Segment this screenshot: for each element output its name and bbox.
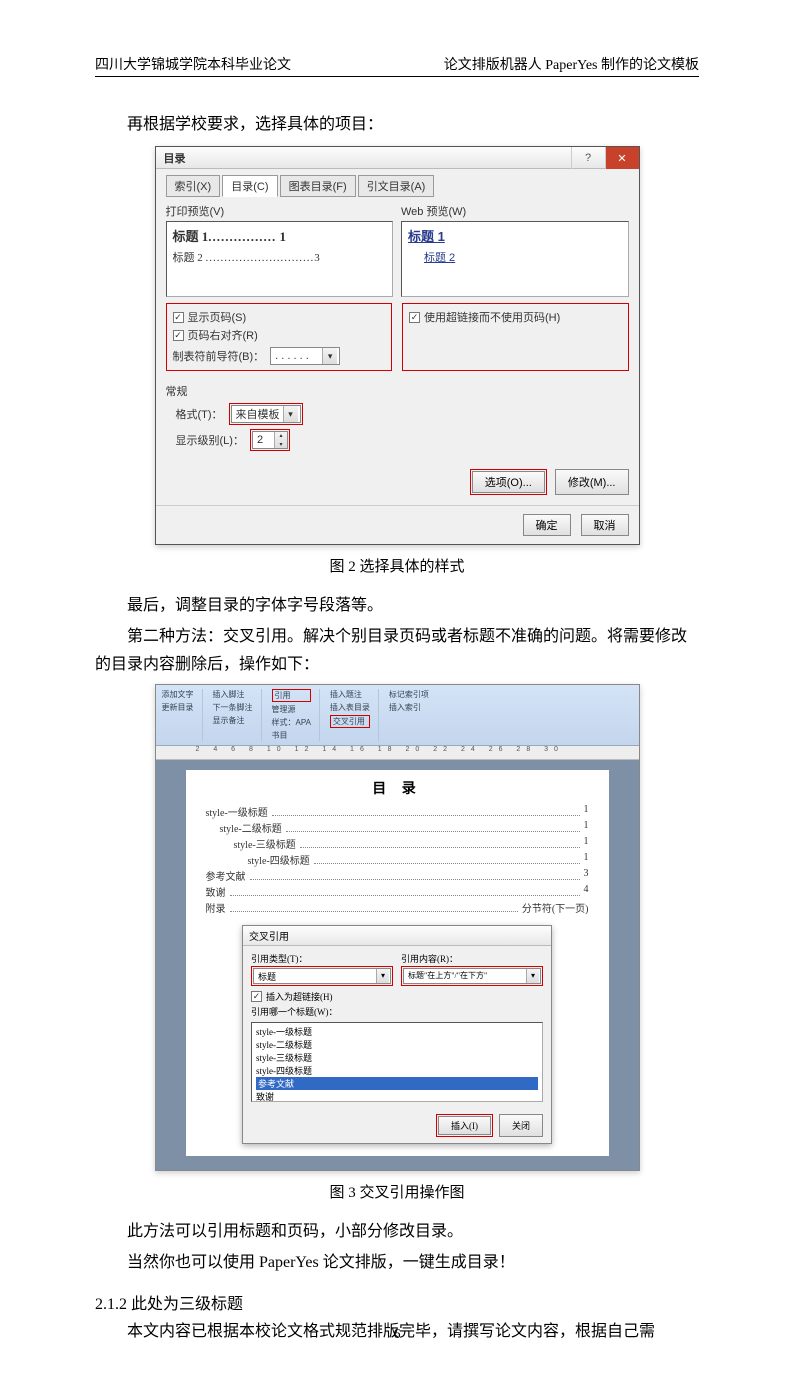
crossref-heading-list[interactable]: style-一级标题 style-二级标题 style-三级标题 style-四… bbox=[251, 1022, 543, 1102]
ribbon-bibliography[interactable]: 书目 bbox=[272, 730, 311, 741]
para-4: 此方法可以引用标题和页码，小部分修改目录。 bbox=[95, 1218, 699, 1245]
insert-button[interactable]: 插入(I) bbox=[438, 1116, 491, 1135]
toc-row: style-三级标题1 bbox=[206, 836, 589, 851]
toc-row: 致谢4 bbox=[206, 884, 589, 899]
crossref-dialog: 交叉引用 引用类型(T)： 标题 引用内容(R)： 标题"在上方"/"在下方" bbox=[242, 925, 552, 1144]
ribbon-manage-sources[interactable]: 管理源 bbox=[272, 704, 311, 715]
crossref-type-label: 引用类型(T)： bbox=[251, 952, 393, 965]
close-icon[interactable]: ✕ bbox=[605, 147, 639, 169]
page-number: 6 bbox=[0, 1327, 794, 1343]
left-options-group: 显示页码(S) 页码右对齐(R) 制表符前导符(B)： . . . . . . bbox=[166, 303, 393, 371]
cancel-button[interactable]: 取消 bbox=[581, 514, 629, 536]
figure-crossref: 添加文字 更新目录 插入脚注 下一条脚注 显示备注 引用 管理源 样式：APA … bbox=[155, 684, 640, 1171]
check-icon bbox=[173, 312, 184, 323]
check-icon bbox=[173, 330, 184, 341]
crossref-list-label: 引用哪一个标题(W)： bbox=[251, 1005, 543, 1018]
dialog-titlebar: 目录 ? ✕ bbox=[156, 147, 639, 169]
page-header: 四川大学锦城学院本科毕业论文 论文排版机器人 PaperYes 制作的论文模板 bbox=[95, 54, 699, 77]
para-1: 再根据学校要求，选择具体的项目： bbox=[95, 111, 699, 138]
para-3: 第二种方法：交叉引用。解决个别目录页码或者标题不准确的问题。将需要修改的目录内容… bbox=[95, 623, 699, 677]
checkbox-insert-hyperlink[interactable]: 插入为超链接(H) bbox=[251, 990, 543, 1003]
close-button[interactable]: 关闭 bbox=[499, 1114, 543, 1137]
para-2: 最后，调整目录的字体字号段落等。 bbox=[95, 592, 699, 619]
ribbon-crossref[interactable]: 交叉引用 bbox=[330, 715, 370, 728]
header-right: 论文排版机器人 PaperYes 制作的论文模板 bbox=[444, 54, 699, 74]
general-label: 常规 bbox=[166, 383, 629, 399]
ribbon-insert-caption[interactable]: 插入题注 bbox=[330, 689, 370, 700]
figure-3-caption: 图 3 交叉引用操作图 bbox=[95, 1181, 699, 1202]
help-icon[interactable]: ? bbox=[571, 147, 605, 169]
checkbox-align-right[interactable]: 页码右对齐(R) bbox=[173, 327, 386, 343]
levels-label: 显示级别(L)： bbox=[176, 432, 244, 448]
ribbon-insert-footnote[interactable]: 插入脚注 bbox=[213, 689, 253, 700]
print-preview-label: 打印预览(V) bbox=[166, 203, 394, 219]
print-h1: 标题 1 bbox=[173, 229, 209, 244]
crossref-type-dropdown[interactable]: 标题 bbox=[253, 968, 391, 984]
modify-button[interactable]: 修改(M)... bbox=[555, 469, 629, 495]
tab-toc[interactable]: 目录(C) bbox=[222, 175, 277, 197]
header-left: 四川大学锦城学院本科毕业论文 bbox=[95, 54, 291, 74]
toc-row: style-二级标题1 bbox=[206, 820, 589, 835]
doc-toc-title: 目 录 bbox=[206, 778, 589, 798]
crossref-content-dropdown[interactable]: 标题"在上方"/"在下方" bbox=[403, 968, 541, 984]
options-button[interactable]: 选项(O)... bbox=[472, 471, 545, 493]
levels-spinner[interactable]: 2 bbox=[252, 431, 288, 449]
check-icon bbox=[251, 991, 262, 1002]
tab-table-of-figures[interactable]: 图表目录(F) bbox=[280, 175, 356, 197]
print-preview-box: 标题 1................ 1 标题 2 ............… bbox=[166, 221, 394, 297]
section-2-1-2-heading: 2.1.2 此处为三级标题 bbox=[95, 1290, 699, 1314]
figure-toc-dialog: 目录 ? ✕ 索引(X) 目录(C) 图表目录(F) 引文目录(A) 打印预览(… bbox=[155, 146, 640, 545]
crossref-content-label: 引用内容(R)： bbox=[401, 952, 543, 965]
format-dropdown[interactable]: 来自模板 bbox=[231, 405, 301, 423]
ribbon-insert-tof[interactable]: 插入表目录 bbox=[330, 702, 370, 713]
dialog-tabs: 索引(X) 目录(C) 图表目录(F) 引文目录(A) bbox=[166, 175, 629, 197]
toc-row: 参考文献3 bbox=[206, 868, 589, 883]
web-preview-label: Web 预览(W) bbox=[401, 203, 629, 219]
web-preview-box: 标题 1 标题 2 bbox=[401, 221, 629, 297]
print-h2: 标题 2 bbox=[173, 252, 203, 264]
figure-2-caption: 图 2 选择具体的样式 bbox=[95, 555, 699, 576]
checkbox-hyperlink[interactable]: 使用超链接而不使用页码(H) bbox=[409, 309, 622, 325]
ribbon-next-footnote[interactable]: 下一条脚注 bbox=[213, 702, 253, 713]
dialog-title: 目录 bbox=[156, 147, 194, 168]
ribbon-update-toc[interactable]: 更新目录 bbox=[162, 702, 194, 713]
ruler: 2 4 6 8 10 12 14 16 18 20 22 24 26 28 30 bbox=[156, 746, 639, 760]
ribbon-mark-index[interactable]: 标记索引项 bbox=[389, 689, 429, 700]
checkbox-show-page[interactable]: 显示页码(S) bbox=[173, 309, 386, 325]
tab-index[interactable]: 索引(X) bbox=[166, 175, 221, 197]
word-ribbon: 添加文字 更新目录 插入脚注 下一条脚注 显示备注 引用 管理源 样式：APA … bbox=[156, 685, 639, 746]
toc-row: 附录分节符(下一页) bbox=[206, 900, 589, 915]
ribbon-show-notes[interactable]: 显示备注 bbox=[213, 715, 253, 726]
tab-citations[interactable]: 引文目录(A) bbox=[358, 175, 435, 197]
leader-label: 制表符前导符(B)： bbox=[173, 348, 265, 364]
print-h1-page: 1 bbox=[280, 229, 287, 244]
ok-button[interactable]: 确定 bbox=[523, 514, 571, 536]
web-h2[interactable]: 标题 2 bbox=[424, 249, 622, 265]
print-h2-page: 3 bbox=[314, 252, 320, 264]
toc-row: style-一级标题1 bbox=[206, 804, 589, 819]
document-page: 目 录 style-一级标题1style-二级标题1style-三级标题1sty… bbox=[186, 770, 609, 1156]
leader-dropdown[interactable]: . . . . . . bbox=[270, 347, 340, 365]
crossref-title: 交叉引用 bbox=[243, 926, 551, 946]
ribbon-add-text[interactable]: 添加文字 bbox=[162, 689, 194, 700]
toc-row: style-四级标题1 bbox=[206, 852, 589, 867]
ribbon-style[interactable]: 样式：APA bbox=[272, 717, 311, 728]
para-5: 当然你也可以使用 PaperYes 论文排版，一键生成目录！ bbox=[95, 1249, 699, 1276]
ribbon-tab-references[interactable]: 引用 bbox=[272, 689, 311, 702]
format-label: 格式(T)： bbox=[176, 406, 223, 422]
check-icon bbox=[409, 312, 420, 323]
right-options-group: 使用超链接而不使用页码(H) bbox=[402, 303, 629, 371]
ribbon-insert-index[interactable]: 插入索引 bbox=[389, 702, 429, 713]
web-h1[interactable]: 标题 1 bbox=[408, 226, 622, 245]
